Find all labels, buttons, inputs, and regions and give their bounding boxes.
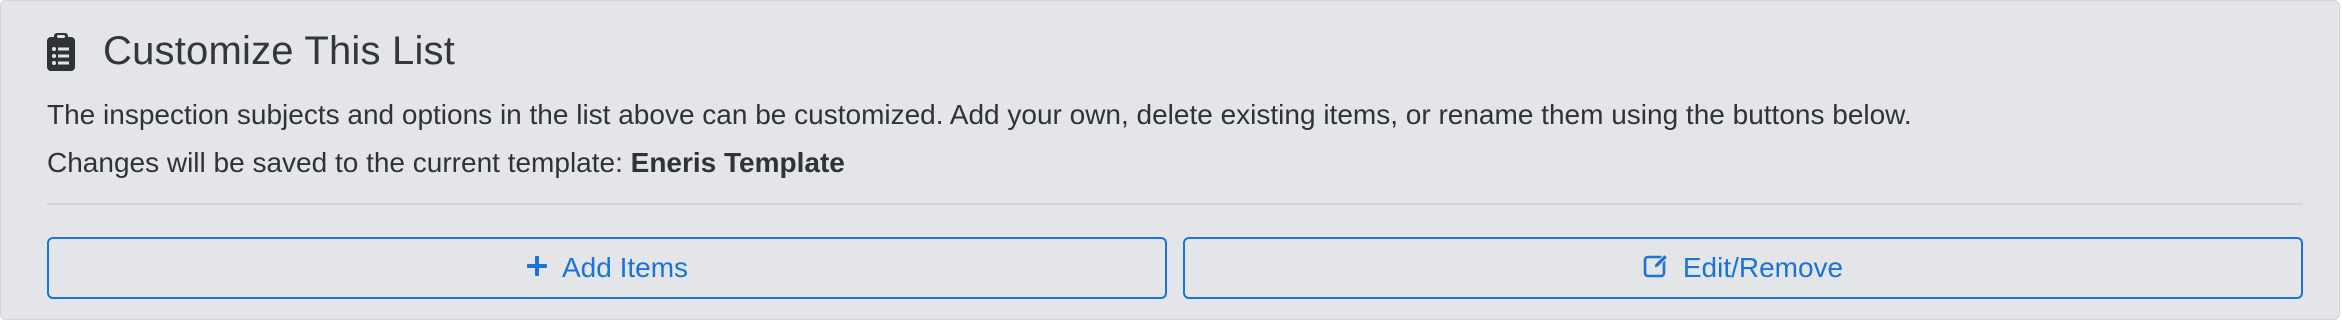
- template-info: Changes will be saved to the current tem…: [47, 147, 845, 179]
- template-info-prefix: Changes will be saved to the current tem…: [47, 147, 631, 178]
- plus-icon: [526, 252, 548, 284]
- clipboard-list-icon: [45, 32, 77, 72]
- add-items-label: Add Items: [561, 252, 689, 283]
- description-text: The inspection subjects and options in t…: [47, 99, 1912, 130]
- panel-header: Customize This List: [45, 29, 455, 74]
- template-name: Eneris Template: [630, 147, 845, 178]
- edit-remove-label: Edit/Remove: [1682, 252, 1844, 283]
- divider: [47, 203, 2303, 205]
- customize-list-panel: Customize This List The inspection subje…: [0, 0, 2340, 320]
- edit-icon: [1643, 252, 1669, 285]
- edit-remove-button[interactable]: Edit/Remove: [1183, 237, 2303, 299]
- page-title: Customize This List: [103, 29, 456, 73]
- add-items-button[interactable]: Add Items: [47, 237, 1167, 299]
